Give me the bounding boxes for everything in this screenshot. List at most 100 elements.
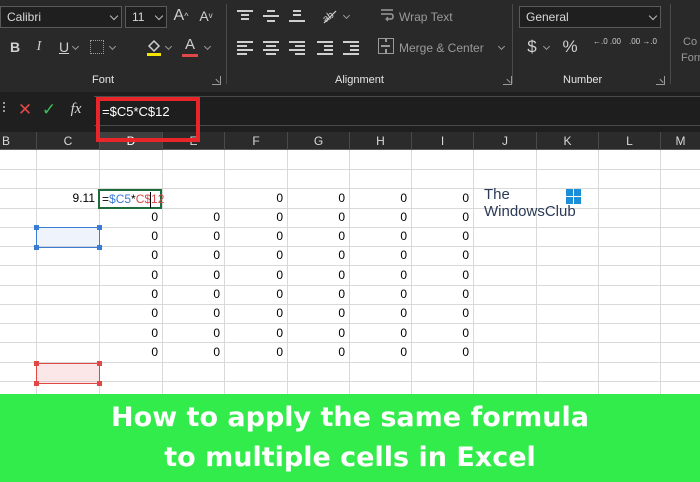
cancel-icon[interactable]: ✕ — [16, 100, 34, 120]
borders-icon[interactable] — [90, 40, 104, 54]
column-header-k[interactable]: K — [536, 132, 598, 150]
fill-dropdown-icon[interactable] — [164, 42, 173, 51]
alignment-dialog-launcher[interactable] — [503, 76, 512, 85]
column-header-b[interactable]: B — [0, 132, 36, 150]
bold-button[interactable]: B — [8, 37, 22, 57]
table-cell[interactable]: 0 — [99, 304, 162, 323]
table-cell[interactable]: 0 — [162, 343, 224, 362]
table-cell[interactable]: 0 — [162, 208, 224, 227]
table-cell[interactable]: 0 — [287, 324, 349, 343]
font-color-dropdown-icon[interactable] — [203, 42, 212, 51]
font-dialog-launcher[interactable] — [212, 76, 221, 85]
number-format-combo[interactable]: General — [519, 6, 661, 28]
number-dialog-launcher[interactable] — [656, 76, 665, 85]
resize-handle[interactable] — [97, 245, 102, 250]
table-cell[interactable]: 0 — [287, 304, 349, 323]
column-header-i[interactable]: I — [411, 132, 473, 150]
table-cell[interactable]: 0 — [99, 266, 162, 285]
cell-g5[interactable]: 0 — [287, 189, 349, 208]
table-cell[interactable]: 0 — [349, 208, 411, 227]
table-cell[interactable]: 0 — [162, 285, 224, 304]
table-cell[interactable]: 0 — [99, 246, 162, 265]
table-cell[interactable]: 0 — [162, 227, 224, 246]
resize-handle[interactable] — [34, 361, 39, 366]
resize-handle[interactable] — [34, 245, 39, 250]
table-cell[interactable]: 0 — [287, 285, 349, 304]
resize-handle[interactable] — [97, 361, 102, 366]
align-right-icon[interactable] — [289, 41, 305, 55]
table-cell[interactable]: 0 — [287, 343, 349, 362]
conditional-formatting-label[interactable]: Co — [683, 36, 697, 48]
table-cell[interactable]: 0 — [349, 304, 411, 323]
percent-button[interactable]: % — [561, 37, 579, 57]
cell-i5[interactable]: 0 — [411, 189, 473, 208]
align-left-icon[interactable] — [237, 41, 253, 55]
column-header-j[interactable]: J — [473, 132, 536, 150]
underline-button[interactable]: U — [57, 37, 71, 57]
wrap-text-button[interactable]: Wrap Text — [399, 10, 453, 24]
increase-font-size-button[interactable]: A^ — [172, 6, 190, 26]
resize-handle[interactable] — [34, 381, 39, 386]
enter-icon[interactable]: ✓ — [40, 100, 58, 120]
insert-function-button[interactable]: fx — [65, 99, 87, 119]
table-cell[interactable]: 0 — [411, 304, 473, 323]
table-cell[interactable]: 0 — [287, 266, 349, 285]
font-name-combo[interactable]: Calibri — [0, 6, 122, 28]
decrease-font-size-button[interactable]: Av — [197, 6, 215, 26]
table-cell[interactable]: 0 — [411, 208, 473, 227]
font-color-button[interactable]: A — [182, 35, 198, 55]
table-cell[interactable]: 0 — [99, 285, 162, 304]
underline-dropdown-icon[interactable] — [71, 42, 80, 51]
active-cell-d5[interactable]: =$C5*C$12 — [98, 189, 164, 209]
orientation-button[interactable]: ab — [320, 6, 340, 26]
increase-indent-icon[interactable] — [343, 41, 359, 55]
cell-h5[interactable]: 0 — [349, 189, 411, 208]
reference-highlight-c5[interactable] — [34, 225, 102, 250]
column-header-c[interactable]: C — [36, 132, 99, 150]
table-cell[interactable]: 0 — [349, 227, 411, 246]
increase-decimal-button[interactable]: ←.0 .00 — [592, 37, 622, 57]
table-cell[interactable]: 0 — [411, 246, 473, 265]
merge-center-button[interactable]: Merge & Center — [399, 41, 484, 55]
table-cell[interactable]: 0 — [224, 227, 287, 246]
table-cell[interactable]: 0 — [411, 285, 473, 304]
table-cell[interactable]: 0 — [162, 266, 224, 285]
column-header-f[interactable]: F — [224, 132, 287, 150]
column-header-g[interactable]: G — [287, 132, 349, 150]
middle-align-icon[interactable] — [263, 10, 279, 22]
merge-dropdown-icon[interactable] — [497, 42, 506, 51]
column-header-l[interactable]: L — [598, 132, 660, 150]
table-cell[interactable]: 0 — [411, 343, 473, 362]
table-cell[interactable]: 0 — [99, 324, 162, 343]
reference-highlight-c12[interactable] — [34, 361, 102, 386]
table-cell[interactable]: 0 — [224, 246, 287, 265]
table-cell[interactable]: 0 — [162, 246, 224, 265]
worksheet-grid[interactable]: B C D E F G H I J K L M 9.11 0 0 0 0 0 0… — [0, 132, 700, 394]
table-cell[interactable]: 0 — [224, 208, 287, 227]
orientation-dropdown-icon[interactable] — [342, 11, 351, 20]
table-cell[interactable]: 0 — [349, 343, 411, 362]
currency-button[interactable]: $ — [525, 37, 539, 57]
table-cell[interactable]: 0 — [99, 208, 162, 227]
table-cell[interactable]: 0 — [411, 227, 473, 246]
cell-f5[interactable]: 0 — [224, 189, 287, 208]
top-align-icon[interactable] — [237, 10, 253, 22]
table-cell[interactable]: 0 — [287, 246, 349, 265]
resize-handle[interactable] — [97, 225, 102, 230]
bottom-align-icon[interactable] — [289, 10, 305, 22]
table-cell[interactable]: 0 — [224, 266, 287, 285]
italic-button[interactable]: I — [32, 37, 46, 57]
table-cell[interactable]: 0 — [287, 208, 349, 227]
table-cell[interactable]: 0 — [349, 266, 411, 285]
borders-dropdown-icon[interactable] — [108, 42, 117, 51]
font-size-combo[interactable]: 11 — [125, 6, 167, 28]
table-cell[interactable]: 0 — [162, 304, 224, 323]
table-cell[interactable]: 0 — [224, 343, 287, 362]
resize-handle[interactable] — [97, 381, 102, 386]
decrease-indent-icon[interactable] — [317, 41, 333, 55]
decrease-decimal-button[interactable]: .00 →.0 — [628, 37, 658, 57]
table-cell[interactable]: 0 — [224, 304, 287, 323]
conditional-formatting-label-2[interactable]: Forr — [681, 52, 700, 64]
table-cell[interactable]: 0 — [411, 266, 473, 285]
table-cell[interactable]: 0 — [224, 285, 287, 304]
